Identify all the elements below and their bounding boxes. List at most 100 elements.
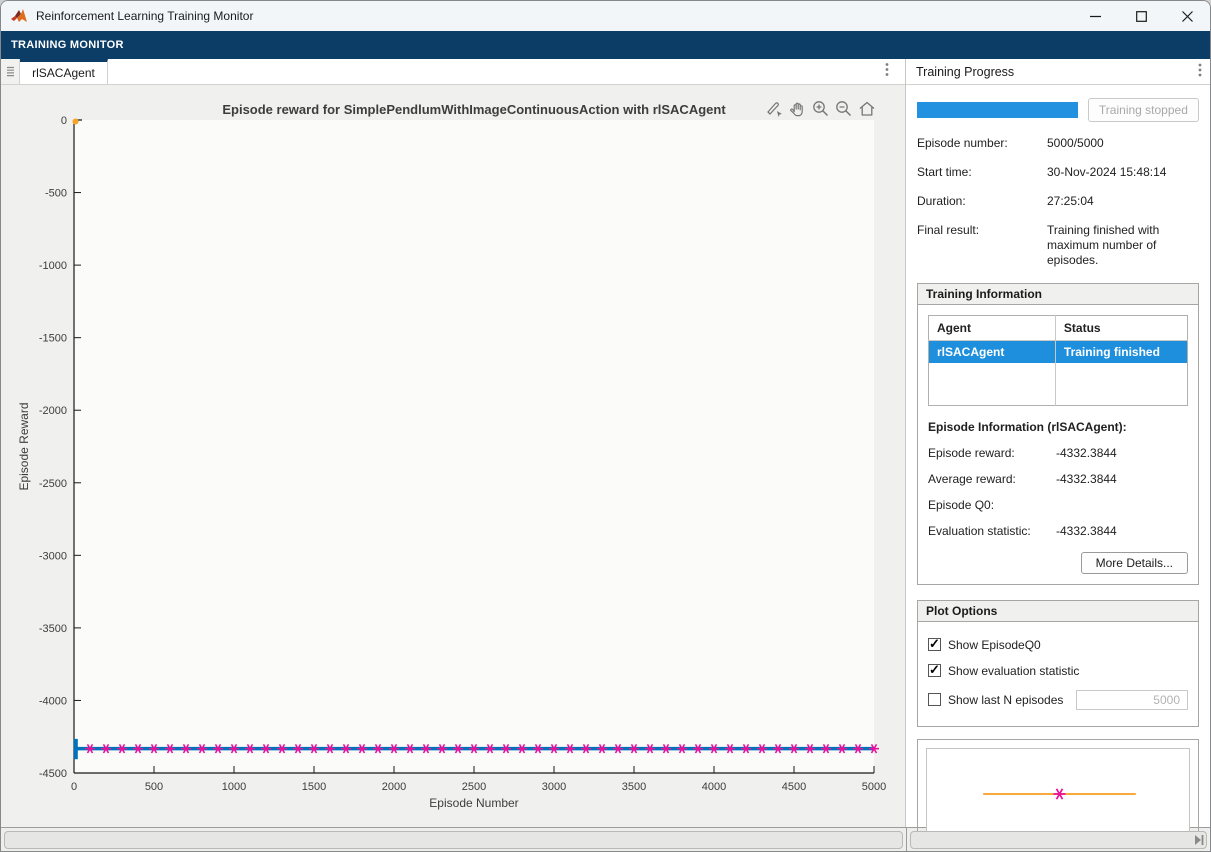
kebab-icon	[1198, 63, 1202, 77]
ribbon-tab-label[interactable]: TRAINING MONITOR	[11, 39, 124, 51]
close-button[interactable]	[1164, 1, 1210, 31]
column-header-status[interactable]: Status	[1054, 315, 1188, 341]
svg-text:-3000: -3000	[39, 550, 67, 562]
svg-text:-3500: -3500	[39, 623, 67, 635]
svg-text:-2500: -2500	[39, 478, 67, 490]
info-value: -4332.3844	[1056, 471, 1117, 486]
svg-text:Episode Number: Episode Number	[429, 796, 518, 810]
episode-info-title: Episode Information (rlSACAgent):	[928, 419, 1127, 434]
svg-text:4500: 4500	[782, 781, 806, 793]
tab-label: rlSACAgent	[32, 66, 95, 80]
svg-text:Episode Reward: Episode Reward	[17, 402, 31, 490]
svg-text:1000: 1000	[222, 781, 246, 793]
bottom-strip-right	[907, 828, 1210, 851]
document-tabstrip: rlSACAgent	[1, 59, 905, 85]
stat-label: Start time:	[917, 165, 972, 179]
svg-text:0: 0	[71, 781, 77, 793]
legend-preview-axes	[926, 747, 1190, 836]
panel-content: Training stopped Episode number: 5000/50…	[906, 85, 1210, 851]
training-progress-panel: Training Progress Training stopped Episo…	[906, 59, 1210, 845]
option-show-episodeq0: Show EpisodeQ0	[928, 636, 1188, 652]
stat-label: Duration:	[917, 194, 966, 208]
stat-value: Training finished with maximum number of…	[1047, 223, 1160, 267]
titlebar: Reinforcement Learning Training Monitor	[1, 1, 1210, 31]
svg-text:0: 0	[61, 115, 67, 127]
scrollbar-track[interactable]	[4, 831, 903, 849]
progress-row: Training stopped	[917, 98, 1199, 122]
option-show-last-n-episodes: Show last N episodes	[928, 689, 1188, 710]
more-details-row: More Details...	[928, 551, 1188, 574]
scrollbar-track[interactable]	[910, 831, 1207, 849]
show-episodeq0-checkbox[interactable]	[928, 636, 941, 652]
tabstrip-menu-button[interactable]	[885, 62, 889, 81]
stat-row-final-result: Final result: Training finished with max…	[917, 223, 1199, 268]
episode-reward-chart[interactable]: 0 -500 -1000 -1500 -2000 -2500 -3000 -3500 -4000…	[1, 85, 907, 827]
svg-text:-4500: -4500	[39, 768, 67, 780]
toolstrip-ribbon: TRAINING MONITOR	[1, 31, 1210, 59]
info-label: Evaluation statistic:	[928, 523, 1031, 538]
info-row-episode-q0: Episode Q0:	[928, 498, 1188, 512]
column-header-agent[interactable]: Agent	[928, 315, 1056, 341]
info-row-episode-reward: Episode reward: -4332.3844	[928, 446, 1188, 460]
last-n-episodes-input[interactable]	[1076, 689, 1188, 710]
main-area: rlSACAgent Episode reward for SimplePend…	[1, 59, 906, 827]
svg-text:-500: -500	[45, 188, 67, 200]
svg-text:1500: 1500	[302, 781, 326, 793]
stat-row-episode-number: Episode number: 5000/5000	[917, 136, 1199, 151]
tab-list-button[interactable]	[1, 59, 20, 84]
info-label: Average reward:	[928, 471, 1016, 486]
legend-preview-plot	[983, 787, 1136, 800]
svg-text:-1500: -1500	[39, 333, 67, 345]
window-controls	[1072, 1, 1210, 31]
more-details-button[interactable]: More Details...	[1080, 551, 1188, 574]
option-label: Show evaluation statistic	[948, 663, 1080, 678]
svg-text:2500: 2500	[462, 781, 486, 793]
info-row-average-reward: Average reward: -4332.3844	[928, 472, 1188, 486]
tab-rlsacagent[interactable]: rlSACAgent	[20, 59, 108, 84]
info-value: -4332.3844	[1056, 523, 1117, 538]
training-progress-bar	[917, 102, 1078, 118]
training-stopped-button[interactable]: Training stopped	[1087, 98, 1199, 122]
info-row-evaluation-statistic: Evaluation statistic: -4332.3844	[928, 524, 1188, 538]
stat-row-start-time: Start time: 30-Nov-2024 15:48:14	[917, 165, 1199, 180]
stat-label: Final result:	[917, 223, 980, 237]
stat-value: 30-Nov-2024 15:48:14	[1047, 165, 1167, 179]
training-information-panel: Training Information Agent Status rlSACA…	[917, 283, 1199, 585]
app-body: rlSACAgent Episode reward for SimplePend…	[1, 59, 1210, 845]
skip-to-end-icon[interactable]	[1195, 832, 1204, 850]
plot-options-header: Plot Options	[918, 600, 1198, 622]
show-evaluation-statistic-checkbox[interactable]	[928, 662, 941, 678]
panel-title: Training Progress	[916, 64, 1015, 79]
info-label: Episode reward:	[928, 445, 1015, 460]
progress-fill	[917, 102, 1078, 118]
training-information-header: Training Information	[918, 284, 1198, 305]
matlab-logo-icon	[11, 8, 27, 22]
svg-text:4000: 4000	[702, 781, 726, 793]
minimize-button[interactable]	[1072, 1, 1118, 31]
option-show-evaluation-statistic: Show evaluation statistic	[928, 662, 1188, 678]
maximize-button[interactable]	[1118, 1, 1164, 31]
svg-text:3000: 3000	[542, 781, 566, 793]
app-window: Reinforcement Learning Training Monitor …	[0, 0, 1211, 852]
panel-menu-button[interactable]	[1198, 63, 1202, 80]
svg-text:500: 500	[145, 781, 163, 793]
svg-text:-1000: -1000	[39, 260, 67, 272]
option-label: Show EpisodeQ0	[948, 637, 1041, 652]
stat-row-duration: Duration: 27:25:04	[917, 194, 1199, 209]
window-title: Reinforcement Learning Training Monitor	[36, 9, 254, 23]
cell-status: Training finished	[1054, 340, 1188, 363]
info-label: Episode Q0:	[928, 497, 995, 512]
svg-text:2000: 2000	[382, 781, 406, 793]
show-last-n-episodes-checkbox[interactable]	[928, 693, 941, 706]
panel-header: Training Progress	[906, 59, 1210, 85]
table-row-rlsacagent[interactable]: rlSACAgent Training finished	[928, 340, 1188, 363]
table-header-row: Agent Status	[928, 315, 1188, 341]
plot-options-panel: Plot Options Show EpisodeQ0 Show evaluat…	[917, 599, 1199, 727]
svg-text:5000: 5000	[862, 781, 886, 793]
svg-text:-4000: -4000	[39, 695, 67, 707]
cell-agent: rlSACAgent	[928, 340, 1056, 363]
stat-value: 5000/5000	[1047, 136, 1104, 150]
svg-text:-2000: -2000	[39, 405, 67, 417]
plot-options-body: Show EpisodeQ0 Show evaluation statistic…	[918, 622, 1198, 726]
info-value: -4332.3844	[1056, 445, 1117, 460]
